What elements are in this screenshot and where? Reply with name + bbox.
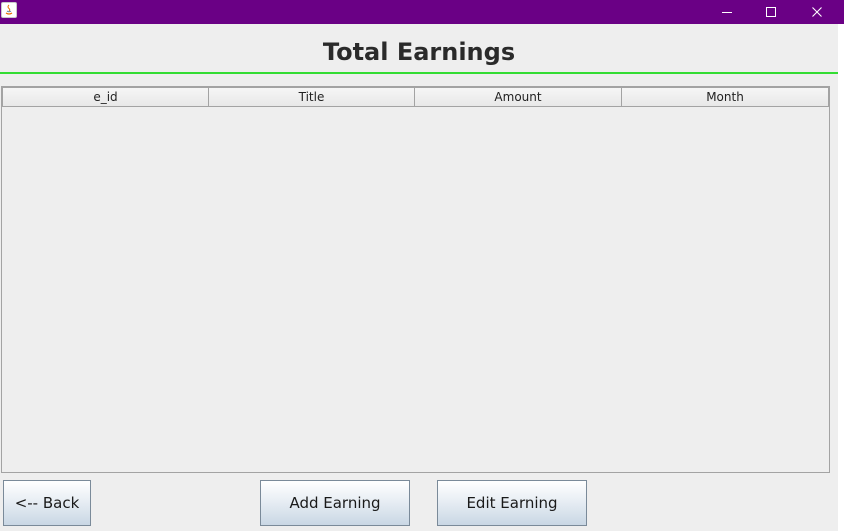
close-button[interactable] (794, 0, 840, 24)
title-bar[interactable] (0, 0, 844, 24)
column-header-title[interactable]: Title (209, 87, 415, 107)
java-app-icon (1, 2, 17, 18)
title-divider (0, 72, 838, 74)
earnings-table[interactable]: e_id Title Amount Month (1, 86, 830, 473)
maximize-button[interactable] (748, 0, 794, 24)
back-button[interactable]: <-- Back (3, 480, 91, 526)
table-header: e_id Title Amount Month (2, 87, 829, 107)
window-edge (838, 24, 844, 531)
column-header-e-id[interactable]: e_id (2, 87, 209, 107)
close-icon (812, 7, 822, 17)
column-header-amount[interactable]: Amount (415, 87, 622, 107)
minimize-icon (722, 12, 732, 13)
add-earning-button[interactable]: Add Earning (260, 480, 410, 526)
page-title: Total Earnings (322, 38, 516, 66)
edit-earning-button[interactable]: Edit Earning (437, 480, 587, 526)
earnings-window: Total Earnings e_id Title Amount Month <… (0, 0, 844, 531)
table-body[interactable] (2, 107, 829, 472)
minimize-button[interactable] (704, 0, 750, 24)
column-header-month[interactable]: Month (622, 87, 829, 107)
maximize-icon (766, 7, 776, 17)
